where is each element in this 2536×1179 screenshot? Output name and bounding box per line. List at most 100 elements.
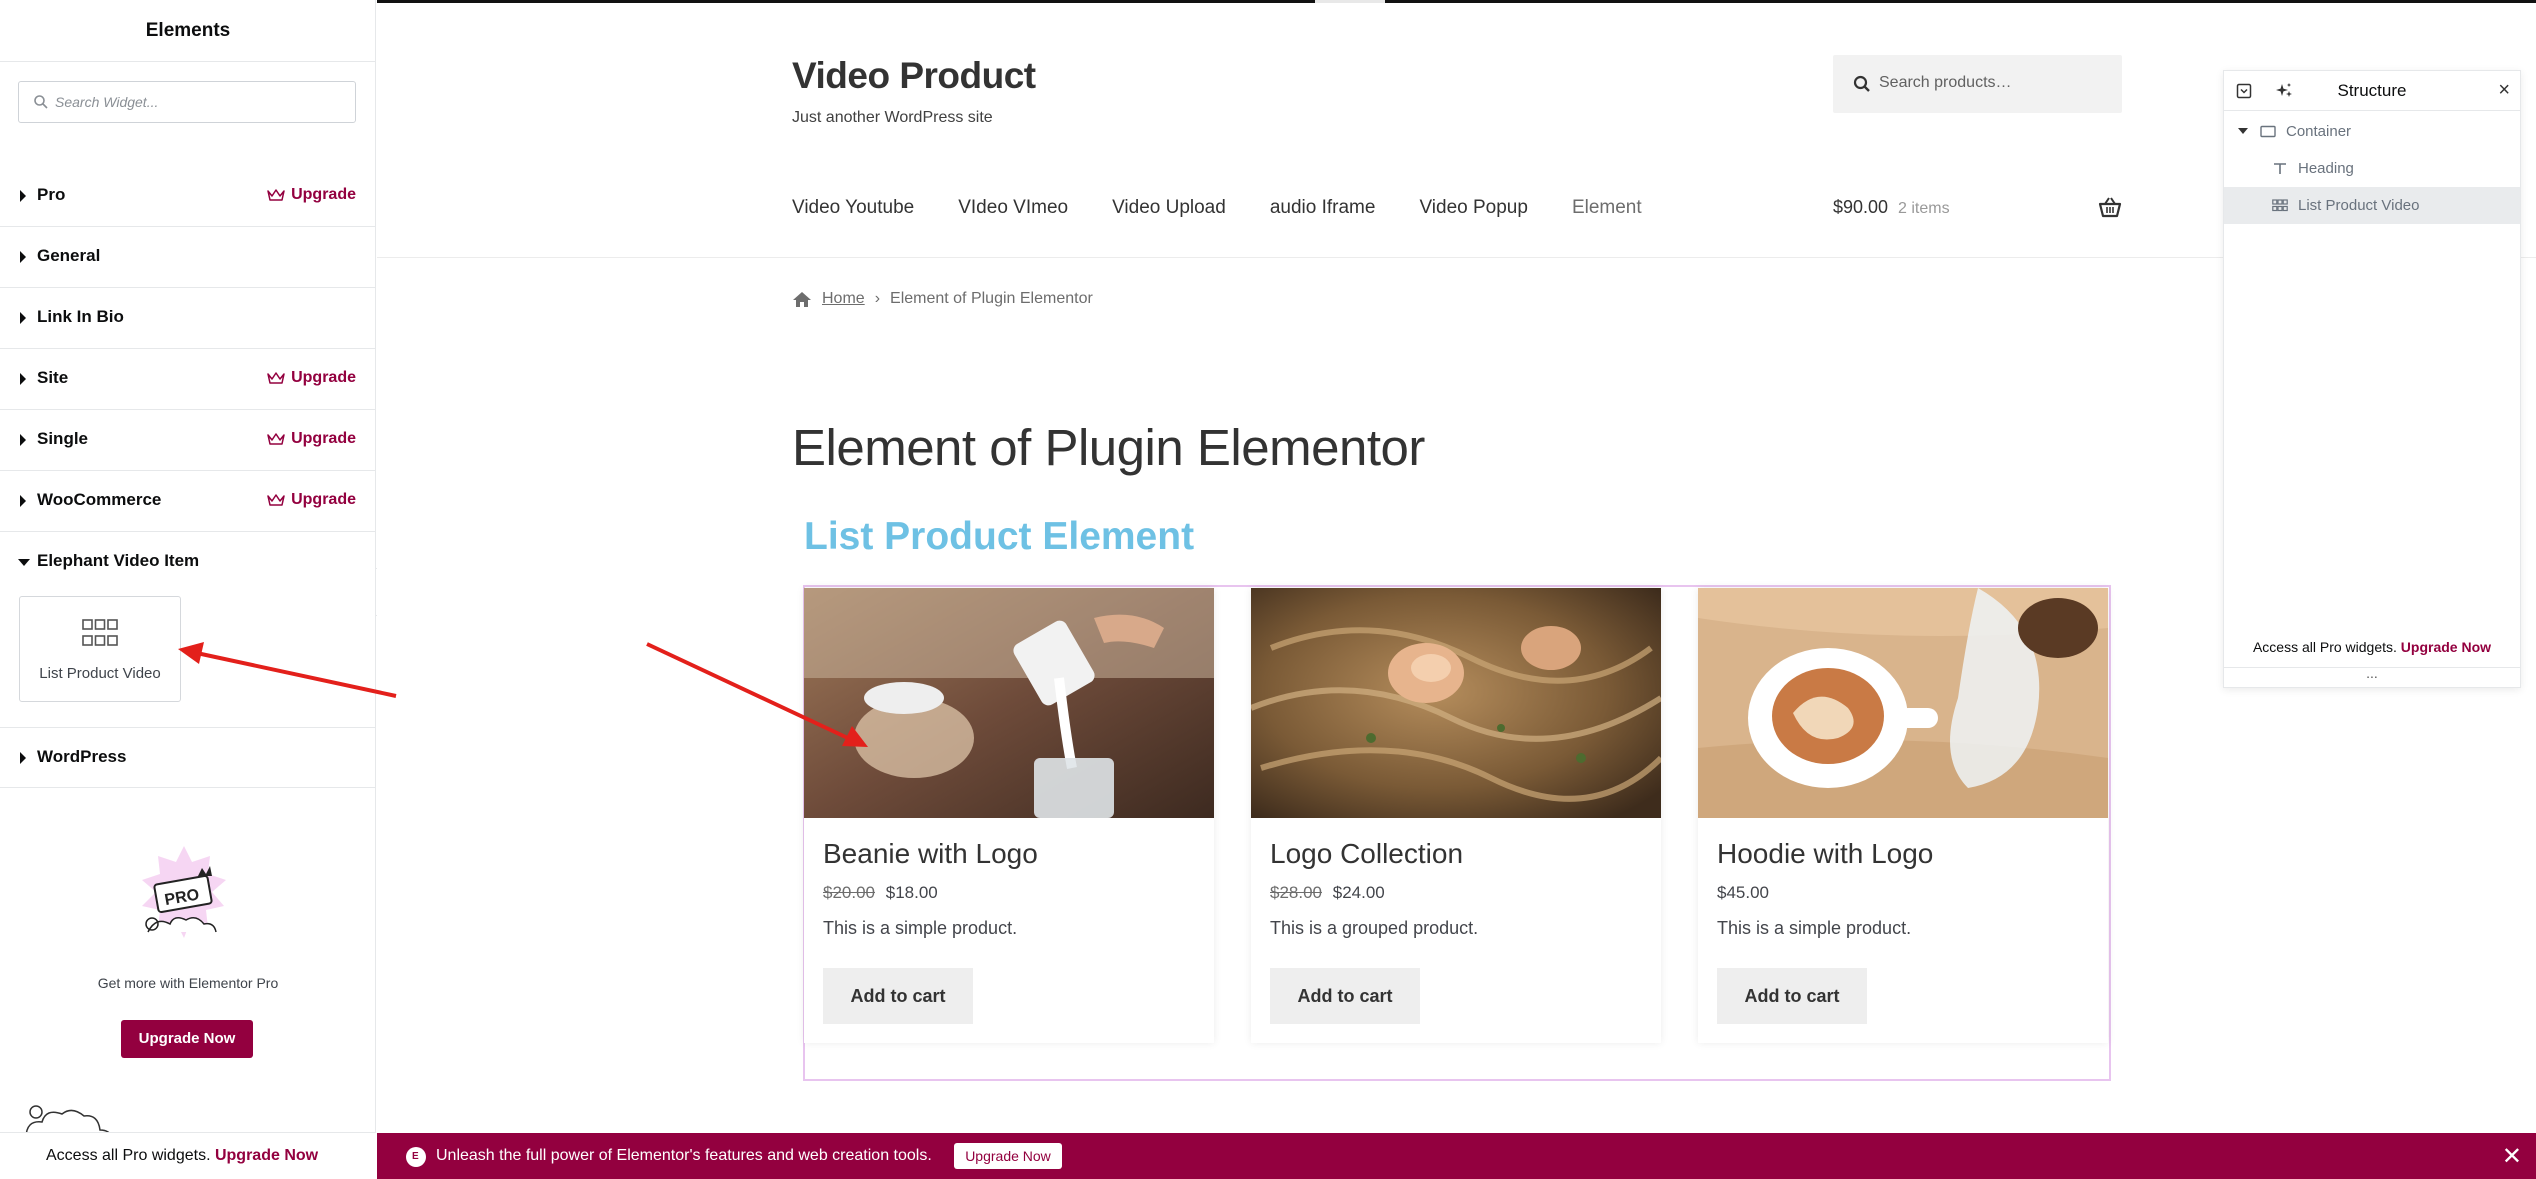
search-input[interactable] — [55, 88, 345, 116]
heading-icon — [2274, 163, 2286, 174]
structure-panel: Structure × Container Heading List Produ… — [2223, 70, 2521, 688]
header-divider — [377, 257, 2536, 258]
upgrade-link[interactable]: Upgrade — [267, 369, 356, 387]
panel-footer-text: Access all Pro widgets. Upgrade Now — [46, 1147, 318, 1165]
cart-total[interactable]: $90.00 — [1833, 197, 1888, 218]
product-card[interactable]: Hoodie with Logo $45.00 This is a simple… — [1698, 588, 2108, 1043]
category-wordpress[interactable]: WordPress — [0, 727, 376, 788]
pro-promo-text: Get more with Elementor Pro — [97, 975, 279, 991]
container-icon — [2260, 125, 2276, 138]
structure-node-label: List Product Video — [2298, 197, 2420, 214]
breadcrumb-current: Element of Plugin Elementor — [890, 290, 1093, 307]
list-product-heading[interactable]: List Product Element — [804, 515, 1194, 559]
site-preview: Video Product Just another WordPress sit… — [377, 0, 2536, 1133]
add-to-cart-button[interactable]: Add to cart — [823, 968, 973, 1024]
caret-down-icon[interactable] — [2238, 128, 2248, 134]
product-price: $20.00 $18.00 — [823, 883, 938, 903]
grid-icon — [82, 619, 118, 646]
elementor-logo-icon: E — [406, 1147, 426, 1167]
nav-item-video-youtube[interactable]: Video Youtube — [792, 197, 914, 219]
upgrade-link[interactable]: Upgrade — [267, 491, 356, 509]
crown-icon — [267, 494, 285, 506]
add-to-cart-button[interactable]: Add to cart — [1717, 968, 1867, 1024]
breadcrumb: Home › Element of Plugin Elementor — [792, 290, 1093, 308]
product-description: This is a simple product. — [1717, 918, 1912, 938]
product-card[interactable]: Logo Collection $28.00 $24.00 This is a … — [1251, 588, 1661, 1043]
add-to-cart-button[interactable]: Add to cart — [1270, 968, 1420, 1024]
structure-node-label: Heading — [2298, 160, 2354, 177]
nav-item-video-upload[interactable]: Video Upload — [1112, 197, 1226, 219]
close-icon[interactable]: × — [2498, 79, 2510, 102]
category-label: Single — [37, 429, 89, 448]
widget-search[interactable] — [18, 81, 356, 123]
page-title: Element of Plugin Elementor — [792, 419, 1425, 476]
structure-node-list-product-video[interactable]: List Product Video — [2224, 187, 2520, 224]
breadcrumb-separator: › — [874, 290, 881, 307]
close-icon[interactable]: ✕ — [2502, 1142, 2522, 1171]
elementor-promo-bar: E Unleash the full power of Elementor's … — [377, 1133, 2536, 1179]
site-title[interactable]: Video Product — [792, 55, 1036, 97]
caret-right-icon — [20, 752, 26, 764]
caret-right-icon — [20, 312, 26, 324]
category-label: WooCommerce — [37, 490, 162, 509]
resize-handle[interactable]: ... — [2224, 666, 2520, 687]
top-bar — [377, 0, 2536, 3]
category-label: General — [37, 246, 101, 265]
category-link-in-bio[interactable]: Link In Bio — [0, 288, 376, 349]
structure-footer: Access all Pro widgets. Upgrade Now — [2224, 639, 2520, 655]
product-image-coffee-pour[interactable] — [804, 588, 1214, 818]
product-sale-price: $24.00 — [1332, 883, 1385, 902]
product-price: $45.00 — [1717, 883, 1769, 903]
structure-node-label: Container — [2286, 123, 2352, 140]
breadcrumb-home[interactable]: Home — [822, 290, 865, 308]
panel-title: Elements — [0, 0, 376, 62]
product-name[interactable]: Beanie with Logo — [823, 838, 1038, 870]
category-label: WordPress — [37, 747, 127, 766]
cart-count[interactable]: 2 items — [1898, 200, 1950, 218]
product-price: $28.00 $24.00 — [1270, 883, 1385, 903]
promo-upgrade-button[interactable]: Upgrade Now — [954, 1143, 1062, 1169]
caret-down-icon — [18, 559, 30, 566]
search-icon — [34, 95, 48, 109]
upgrade-link[interactable]: Upgrade — [267, 430, 356, 448]
grid-icon — [2272, 199, 2288, 212]
structure-footer-text: Access all Pro widgets. — [2252, 639, 2397, 655]
upgrade-label: Upgrade — [291, 369, 356, 386]
primary-nav: Video Youtube VIdeo VImeo Video Upload a… — [792, 197, 1686, 219]
category-pro[interactable]: Pro Upgrade — [0, 166, 376, 227]
product-card[interactable]: Beanie with Logo $20.00 $18.00 This is a… — [804, 588, 1214, 1043]
product-name[interactable]: Logo Collection — [1270, 838, 1463, 870]
structure-node-container[interactable]: Container — [2224, 113, 2520, 150]
footer-upgrade-link[interactable]: Upgrade Now — [215, 1147, 318, 1164]
caret-right-icon — [20, 434, 26, 446]
upgrade-label: Upgrade — [291, 186, 356, 203]
structure-node-heading[interactable]: Heading — [2224, 150, 2520, 187]
product-name[interactable]: Hoodie with Logo — [1717, 838, 1933, 870]
category-label: Link In Bio — [37, 307, 124, 326]
caret-right-icon — [20, 373, 26, 385]
category-label: Site — [37, 368, 69, 387]
category-single[interactable]: Single Upgrade — [0, 410, 376, 471]
home-icon — [793, 291, 811, 307]
category-woocommerce[interactable]: WooCommerce Upgrade — [0, 471, 376, 532]
product-image-pasta[interactable] — [1251, 588, 1661, 818]
upgrade-label: Upgrade — [291, 491, 356, 508]
basket-icon[interactable] — [2098, 196, 2122, 218]
nav-item-audio-iframe[interactable]: audio Iframe — [1270, 197, 1376, 219]
category-site[interactable]: Site Upgrade — [0, 349, 376, 410]
widget-list-product-video[interactable]: List Product Video — [19, 596, 181, 702]
nav-item-video-vimeo[interactable]: VIdeo VImeo — [958, 197, 1068, 219]
search-placeholder: Search products… — [1879, 74, 2012, 91]
nav-item-video-popup[interactable]: Video Popup — [1419, 197, 1527, 219]
crown-icon — [267, 372, 285, 384]
product-old-price: $28.00 — [1270, 883, 1322, 902]
nav-item-element[interactable]: Element — [1572, 197, 1642, 219]
product-image-latte[interactable] — [1698, 588, 2108, 818]
upgrade-link[interactable]: Upgrade — [267, 186, 356, 204]
product-search[interactable]: Search products… — [1833, 55, 2122, 113]
structure-upgrade-link[interactable]: Upgrade Now — [2401, 639, 2491, 655]
structure-title: Structure — [2337, 81, 2407, 100]
crown-icon — [267, 189, 285, 201]
upgrade-now-button[interactable]: Upgrade Now — [121, 1020, 253, 1058]
category-general[interactable]: General — [0, 227, 376, 288]
